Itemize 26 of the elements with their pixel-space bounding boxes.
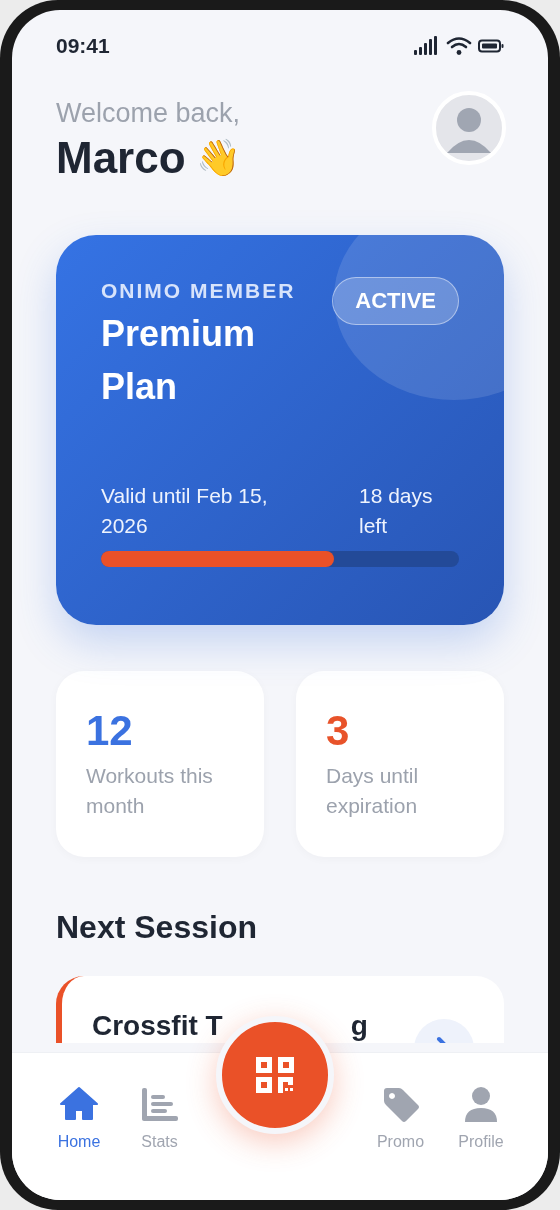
nav-tab[interactable]: Stats xyxy=(119,1053,200,1200)
avatar[interactable] xyxy=(432,91,506,165)
session-title: Crossfit T xyxy=(92,1010,223,1042)
stat-label: Days until expiration xyxy=(326,763,420,819)
wifi-icon xyxy=(446,36,472,56)
stat-value: 12 xyxy=(86,707,134,755)
signal-icon xyxy=(414,36,440,56)
status-badge: ACTIVE xyxy=(332,277,459,325)
nav-tab[interactable]: Promo xyxy=(360,1053,441,1200)
stat-label: Workouts this month xyxy=(86,763,214,819)
nav-tab[interactable]: Home xyxy=(39,1053,119,1200)
battery-icon xyxy=(478,39,504,53)
session-card[interactable]: Crossfit T g xyxy=(56,976,504,1043)
stat-value: 3 xyxy=(326,707,351,755)
plan-name: Premium Plan xyxy=(101,312,257,409)
days-left-text: 18 days left xyxy=(359,483,434,539)
status-time: 09:41 xyxy=(56,34,110,58)
qr-code-icon xyxy=(254,1055,296,1095)
waving-hand-emoji: 👋 xyxy=(195,137,241,179)
greeting-text: Welcome back, xyxy=(56,98,241,129)
session-title: g xyxy=(350,1010,368,1042)
validity-text: Valid until Feb 15, 2026 xyxy=(101,483,269,539)
section-heading: Next Session xyxy=(56,909,258,946)
nav-tab[interactable]: Profile xyxy=(441,1053,521,1200)
user-name: Marco xyxy=(56,133,186,183)
membership-label: ONIMO MEMBER xyxy=(101,279,297,303)
